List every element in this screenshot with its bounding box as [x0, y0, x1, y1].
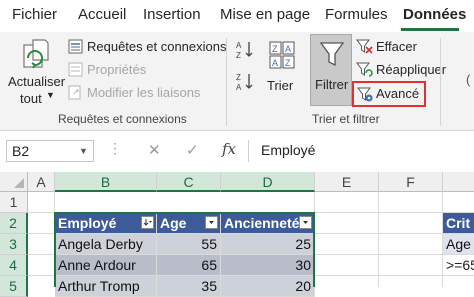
group-separator — [226, 38, 227, 126]
table-cell-anciennete[interactable]: 30 — [221, 255, 315, 276]
gridline — [378, 192, 379, 287]
advanced-filter-icon — [357, 87, 373, 102]
filter-dropdown-button[interactable] — [205, 216, 218, 229]
tab-insertion[interactable]: Insertion — [143, 6, 201, 23]
column-header-f[interactable]: F — [379, 172, 443, 192]
more-options-icon: ⋮ — [108, 140, 122, 156]
name-box[interactable]: B2 ▼ — [6, 140, 94, 162]
enter-check-icon[interactable]: ✓ — [186, 141, 199, 159]
table-header-label: Employé — [58, 215, 117, 231]
tab-mise-en-page[interactable]: Mise en page — [220, 6, 310, 23]
tab-fichier[interactable]: Fichier — [12, 6, 57, 23]
formula-input[interactable]: Employé — [248, 140, 474, 162]
sort-az-icon: A Z — [236, 41, 253, 60]
criteria-value-cell[interactable]: >=65 — [443, 255, 474, 276]
table-header-age[interactable]: Age — [157, 213, 221, 234]
refresh-label-line2: tout — [20, 91, 42, 106]
refresh-all-button[interactable]: Actualiser tout ▼ — [6, 34, 66, 106]
filter-button[interactable]: Filtrer — [310, 34, 352, 106]
svg-text:Z: Z — [272, 44, 278, 54]
row-header-3[interactable]: 3 — [0, 234, 28, 255]
name-box-value: B2 — [12, 143, 30, 159]
column-header-d[interactable]: D — [221, 172, 315, 192]
sort-button[interactable]: Z A A Z Trier — [262, 38, 302, 104]
group-label-queries: Requêtes et connexions — [58, 112, 187, 126]
row-header-2[interactable]: 2 — [0, 213, 28, 234]
svg-text:A: A — [285, 44, 291, 54]
refresh-label-line1: Actualiser — [8, 74, 66, 89]
tab-accueil[interactable]: Accueil — [78, 6, 126, 23]
queries-connections-button[interactable]: Requêtes et connexions — [87, 39, 226, 54]
table-header-label: Age — [160, 215, 187, 231]
advanced-label: Avancé — [376, 86, 420, 101]
table-header-anciennete[interactable]: Ancienneté — [221, 213, 315, 234]
column-header-g[interactable] — [443, 172, 474, 192]
svg-text:A: A — [236, 83, 242, 92]
svg-text:Z: Z — [285, 58, 291, 68]
tab-formules[interactable]: Formules — [325, 6, 388, 23]
group-separator-2 — [440, 38, 441, 126]
sort-dialog-icon: Z A A Z — [269, 41, 295, 69]
reapply-icon — [356, 62, 373, 77]
column-header-b[interactable]: B — [55, 172, 157, 192]
filter-dropdown-button[interactable] — [299, 216, 312, 229]
criteria-title-cell[interactable]: Crit — [443, 213, 474, 234]
table-cell-age[interactable]: 65 — [157, 255, 221, 276]
row-header-4[interactable]: 4 — [0, 255, 28, 276]
ribbon: Actualiser tout ▼ Requêtes et connexions… — [0, 32, 474, 131]
column-header-a[interactable]: A — [28, 172, 55, 192]
insert-function-icon[interactable]: fx — [222, 140, 236, 158]
sort-label: Trier — [267, 78, 294, 93]
edit-links-button[interactable]: Modifier les liaisons — [87, 85, 200, 100]
column-header-c[interactable]: C — [157, 172, 221, 192]
cancel-icon[interactable]: ✕ — [148, 141, 161, 159]
properties-button[interactable]: Propriétés — [87, 62, 146, 77]
menu-bar: Fichier Accueil Insertion Mise en page F… — [0, 0, 474, 32]
select-all-corner[interactable] — [0, 172, 28, 192]
advanced-button[interactable]: Avancé — [352, 81, 426, 107]
reapply-button[interactable]: Réappliquer — [376, 62, 446, 77]
corner-triangle-icon — [14, 178, 24, 188]
group-label-sort-filter: Trier et filtrer — [312, 112, 380, 126]
criteria-header-cell[interactable]: Age — [443, 234, 474, 255]
chevron-down-icon[interactable]: ▼ — [79, 146, 88, 156]
clear-filter-icon — [356, 39, 373, 54]
table-cell-name[interactable]: Angela Derby — [55, 234, 157, 255]
table-cell-anciennete[interactable]: 25 — [221, 234, 315, 255]
tab-donnees[interactable]: Données — [403, 6, 466, 23]
formula-bar: B2 ▼ ⋮ ✕ ✓ fx Employé — [0, 136, 474, 166]
table-header-employe[interactable]: Employé — [55, 213, 157, 234]
clear-button[interactable]: Effacer — [376, 39, 417, 54]
active-tab-indicator — [401, 28, 459, 31]
funnel-icon — [319, 42, 345, 67]
table-header-label: Ancienneté — [224, 215, 300, 231]
svg-text:Z: Z — [236, 73, 241, 82]
row-header-1[interactable]: 1 — [0, 192, 28, 213]
svg-text:Z: Z — [236, 51, 241, 60]
table-cell-name[interactable]: Anne Ardour — [55, 255, 157, 276]
queries-icon — [68, 39, 83, 54]
chevron-down-icon: ▼ — [46, 90, 55, 100]
svg-text:A: A — [236, 41, 242, 50]
dropdown-arrow-icon — [303, 221, 308, 224]
properties-icon — [68, 62, 83, 77]
filter-dropdown-button[interactable] — [141, 216, 154, 229]
next-group-partial-icon: ( — [466, 72, 471, 87]
sort-za-icon: Z A — [236, 73, 253, 92]
filter-label: Filtrer — [315, 77, 349, 92]
sorted-filter-icon — [143, 219, 152, 226]
edit-links-icon — [68, 85, 81, 100]
column-header-e[interactable]: E — [315, 172, 379, 192]
refresh-icon — [23, 39, 49, 69]
table-cell-age[interactable]: 55 — [157, 234, 221, 255]
dropdown-arrow-icon — [209, 221, 214, 224]
svg-text:A: A — [272, 58, 278, 68]
formula-value: Employé — [261, 142, 316, 158]
